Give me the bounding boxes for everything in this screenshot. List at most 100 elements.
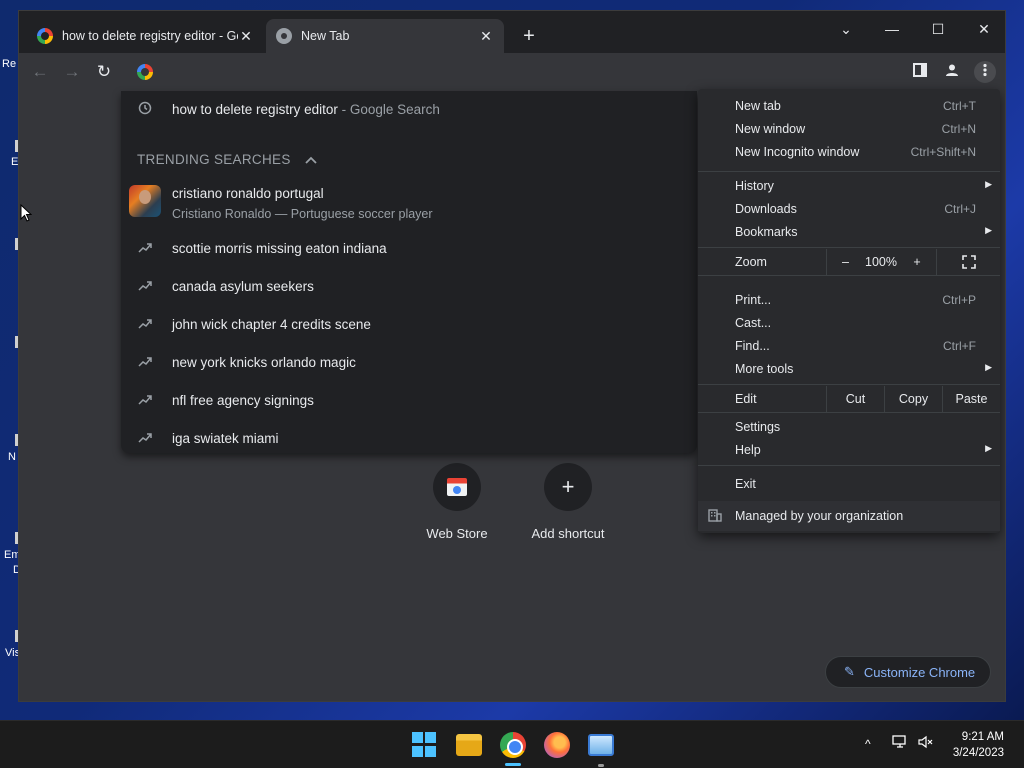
back-button[interactable]: ←: [29, 61, 51, 83]
tab-close-icon[interactable]: ✕: [478, 28, 494, 45]
new-tab-button[interactable]: +: [517, 25, 541, 49]
desktop-icon-label[interactable]: Re: [2, 58, 18, 70]
menu-item-exit[interactable]: Exit: [698, 473, 1000, 496]
tray-chevron-up-icon[interactable]: ^: [865, 737, 871, 751]
chevron-right-icon: ▶: [985, 362, 992, 372]
menu-item-more-tools[interactable]: More tools ▶: [698, 358, 1000, 381]
suggestion-subtitle: Cristiano Ronaldo — Portuguese soccer pl…: [172, 207, 433, 221]
minimize-button[interactable]: —: [869, 15, 915, 43]
pencil-icon: ✎: [844, 664, 855, 679]
shortcut-web-store[interactable]: Web Store: [407, 463, 507, 541]
running-app-indicator: [598, 764, 604, 767]
menu-item-history[interactable]: History ▶: [698, 175, 1000, 198]
paste-button[interactable]: Paste: [942, 386, 1000, 412]
tab-google-search[interactable]: how to delete registry editor - Google S…: [27, 19, 264, 53]
tab-title: how to delete registry editor - Google S…: [62, 29, 238, 43]
menu-divider: [698, 275, 1000, 276]
chevron-right-icon: ▶: [985, 443, 992, 453]
shortcut-label: Add shortcut: [531, 526, 605, 541]
suggestion-text: scottie morris missing eaton indiana: [172, 241, 387, 256]
customize-label: Customize Chrome: [863, 664, 976, 680]
chrome-favicon-icon: [276, 28, 292, 44]
chrome-window: how to delete registry editor - Google S…: [18, 10, 1006, 702]
trending-header: TRENDING SEARCHES: [137, 152, 291, 167]
menu-item-settings[interactable]: Settings: [698, 416, 1000, 439]
menu-item-print[interactable]: Print... Ctrl+P: [698, 289, 1000, 312]
suggestion-text: new york knicks orlando magic: [172, 355, 356, 370]
google-favicon-icon: [37, 28, 53, 44]
customize-chrome-button[interactable]: ✎ Customize Chrome: [825, 656, 991, 688]
edit-row: Edit Cut Copy Paste: [698, 386, 1000, 412]
copy-button[interactable]: Copy: [884, 386, 942, 412]
trending-icon: [137, 279, 153, 296]
clock-date: 3/24/2023: [952, 747, 1004, 759]
sidebar-icon[interactable]: [909, 61, 931, 83]
suggestion-history[interactable]: how to delete registry editor - Google S…: [121, 98, 697, 120]
suggestion-trending[interactable]: canada asylum seekers: [121, 276, 697, 298]
tab-new-tab[interactable]: New Tab ✕: [266, 19, 504, 53]
zoom-value: 100%: [865, 255, 897, 269]
tab-title: New Tab: [301, 29, 350, 43]
menu-item-help[interactable]: Help ▶: [698, 439, 1000, 462]
cut-button[interactable]: Cut: [826, 386, 884, 412]
close-window-button[interactable]: ✕: [961, 15, 1005, 43]
menu-item-new-tab[interactable]: New tab Ctrl+T: [698, 95, 1000, 118]
shortcut-label: Web Store: [426, 526, 488, 541]
fullscreen-icon[interactable]: [936, 249, 1000, 275]
forward-button[interactable]: →: [61, 61, 83, 83]
file-explorer-icon[interactable]: [456, 734, 482, 756]
managed-by-org[interactable]: Managed by your organization: [698, 501, 1000, 531]
taskbar-clock[interactable]: 9:21 AM 3/24/2023: [953, 729, 1004, 761]
profile-icon[interactable]: [941, 61, 963, 83]
suggestion-text: nfl free agency signings: [172, 393, 314, 408]
trending-icon: [137, 431, 153, 448]
menu-divider: [698, 171, 1000, 172]
maximize-button[interactable]: ☐: [915, 15, 961, 43]
suggestion-trending[interactable]: scottie morris missing eaton indiana: [121, 238, 697, 260]
suggestion-trending[interactable]: new york knicks orlando magic: [121, 352, 697, 374]
zoom-in-button[interactable]: +: [898, 249, 936, 275]
shortcut-add[interactable]: + Add shortcut: [518, 463, 618, 541]
clock-icon: [137, 101, 153, 118]
tab-close-icon[interactable]: ✕: [238, 28, 254, 45]
zoom-out-button[interactable]: –: [826, 249, 864, 275]
kebab-menu-icon[interactable]: [974, 61, 996, 83]
trending-icon: [137, 317, 153, 334]
menu-item-new-window[interactable]: New window Ctrl+N: [698, 118, 1000, 141]
suggestion-suffix: - Google Search: [337, 102, 440, 117]
network-icon[interactable]: [892, 735, 908, 752]
trending-icon: [137, 355, 153, 372]
zoom-row: Zoom – 100% +: [698, 249, 1000, 275]
chrome-icon[interactable]: [500, 732, 526, 758]
suggestion-trending[interactable]: nfl free agency signings: [121, 390, 697, 412]
tab-search-chevron-icon[interactable]: ⌄: [823, 15, 869, 43]
menu-item-downloads[interactable]: Downloads Ctrl+J: [698, 198, 1000, 221]
omnibox-suggestions: how to delete registry editor - Google S…: [121, 91, 697, 453]
reload-button[interactable]: ↻: [93, 61, 115, 83]
edit-label: Edit: [735, 392, 757, 406]
menu-item-new-incognito[interactable]: New Incognito window Ctrl+Shift+N: [698, 141, 1000, 164]
remote-desktop-icon[interactable]: [588, 734, 614, 756]
suggestion-featured[interactable]: cristiano ronaldo portugal Cristiano Ron…: [121, 185, 697, 225]
firefox-icon[interactable]: [544, 732, 570, 758]
chevron-right-icon: ▶: [985, 179, 992, 189]
suggestion-trending[interactable]: john wick chapter 4 credits scene: [121, 314, 697, 336]
chevron-up-icon[interactable]: [305, 152, 317, 167]
suggestion-trending[interactable]: iga swiatek miami: [121, 428, 697, 450]
taskbar: ^ 9:21 AM 3/24/2023: [0, 720, 1024, 768]
windows-start-icon[interactable]: [412, 732, 438, 758]
chevron-right-icon: ▶: [985, 225, 992, 235]
suggestion-text: canada asylum seekers: [172, 279, 314, 294]
active-app-indicator: [505, 763, 521, 766]
menu-item-bookmarks[interactable]: Bookmarks ▶: [698, 221, 1000, 244]
trending-icon: [137, 241, 153, 258]
suggestion-title: cristiano ronaldo portugal: [172, 186, 324, 201]
volume-muted-icon[interactable]: [918, 735, 934, 752]
menu-item-find[interactable]: Find... Ctrl+F: [698, 335, 1000, 358]
menu-divider: [698, 384, 1000, 385]
plus-icon: +: [544, 463, 592, 511]
menu-item-cast[interactable]: Cast...: [698, 312, 1000, 335]
menu-divider: [698, 465, 1000, 466]
clock-time: 9:21 AM: [961, 731, 1004, 743]
building-icon: [708, 508, 722, 525]
